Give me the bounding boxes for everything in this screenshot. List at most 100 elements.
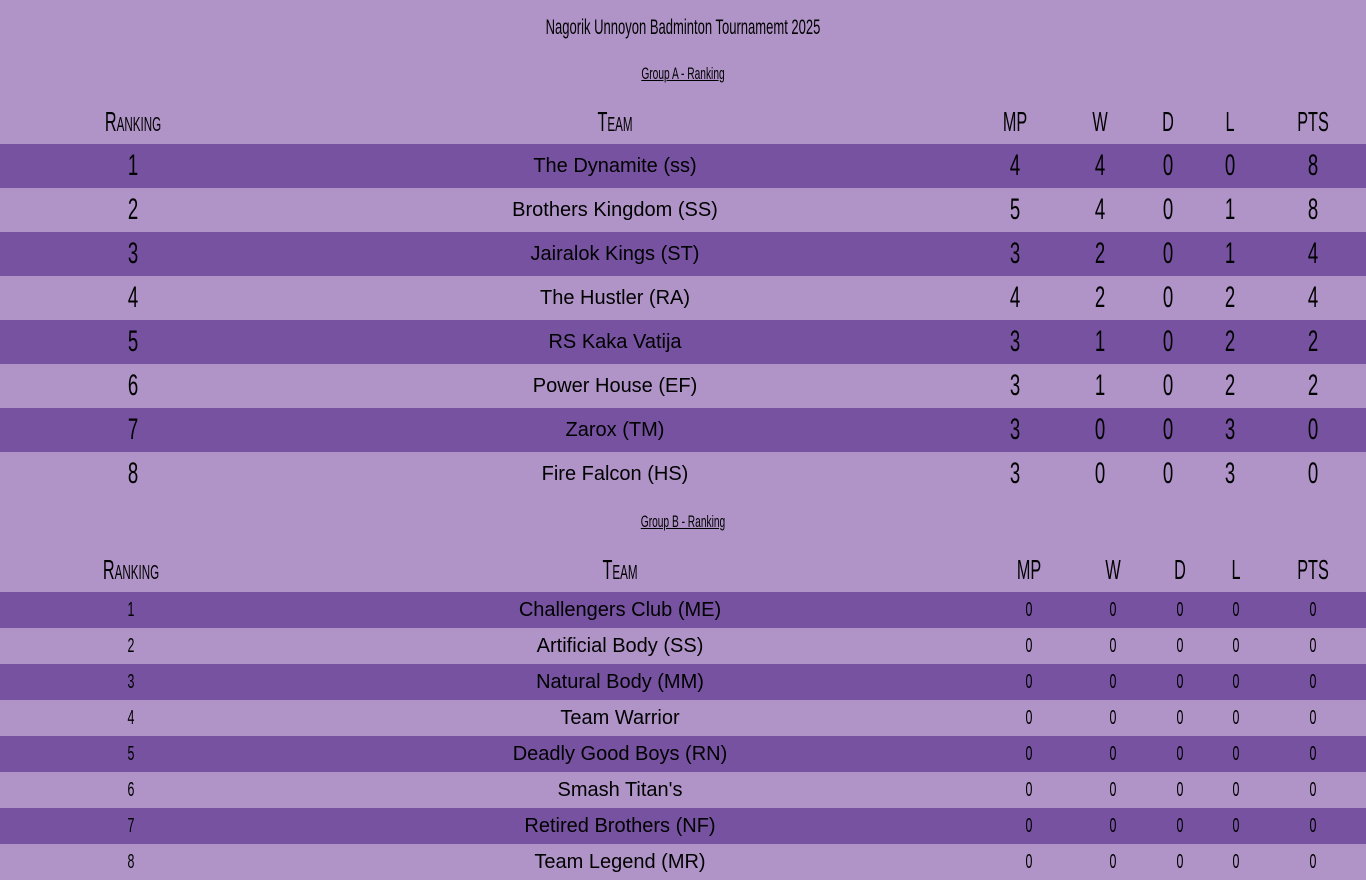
stat-value-rank: 4 (127, 281, 139, 314)
cell-mp: 3 (1007, 408, 1024, 452)
stat-value-l: 0 (1232, 706, 1240, 729)
header-team: Team (597, 106, 633, 137)
cell-rank: 3 (125, 664, 136, 700)
stat-value-pts: 8 (1307, 149, 1319, 182)
stat-value-d: 0 (1162, 325, 1174, 358)
stat-value-d: 0 (1162, 237, 1174, 270)
stat-value-l: 0 (1232, 814, 1240, 837)
stat-value-pts: 4 (1307, 237, 1319, 270)
team-name: Power House (EF) (532, 374, 698, 397)
cell-rank: 2 (125, 628, 136, 664)
cell-d: 0 (1174, 772, 1185, 808)
stat-value-w: 1 (1094, 369, 1106, 402)
cell-pts: 0 (1307, 628, 1318, 664)
cell-rank: 1 (125, 592, 136, 628)
cell-pts: 0 (1307, 736, 1318, 772)
stat-value-d: 0 (1162, 149, 1174, 182)
group-a-title: Group A - Ranking (641, 64, 725, 83)
stat-value-d: 0 (1162, 369, 1174, 402)
cell-l: 0 (1230, 772, 1241, 808)
stat-value-l: 0 (1232, 850, 1240, 873)
stat-value-d: 0 (1176, 706, 1184, 729)
cell-pts: 8 (1305, 188, 1322, 232)
group-b-table: Ranking Team MP W D L PTS 1 Challengers C… (0, 548, 1366, 880)
cell-rank: 4 (125, 276, 142, 320)
table-row: 5 RS Kaka Vatija 3 1 0 2 2 (0, 320, 1366, 364)
team-name: Retired Brothers (NF) (524, 814, 716, 837)
stat-value-rank: 3 (127, 670, 135, 693)
stat-value-mp: 0 (1025, 670, 1033, 693)
cell-w: 0 (1092, 452, 1109, 496)
cell-w: 4 (1092, 144, 1109, 188)
cell-mp: 0 (1023, 808, 1034, 844)
cell-mp: 0 (1023, 628, 1034, 664)
header-pts: PTS (1297, 554, 1329, 585)
stat-value-mp: 0 (1025, 634, 1033, 657)
stat-value-w: 0 (1094, 413, 1106, 446)
cell-rank: 4 (125, 700, 136, 736)
header-ranking: Ranking (104, 106, 162, 137)
cell-l: 3 (1222, 452, 1239, 496)
stat-value-mp: 3 (1009, 369, 1021, 402)
cell-rank: 3 (125, 232, 142, 276)
cell-rank: 6 (125, 772, 136, 808)
cell-w: 4 (1092, 188, 1109, 232)
cell-l: 0 (1230, 664, 1241, 700)
stat-value-pts: 0 (1307, 413, 1319, 446)
stat-value-l: 2 (1224, 281, 1236, 314)
cell-mp: 3 (1007, 320, 1024, 364)
stat-value-w: 2 (1094, 281, 1106, 314)
cell-d: 0 (1174, 736, 1185, 772)
stat-value-w: 0 (1109, 598, 1117, 621)
cell-pts: 2 (1305, 364, 1322, 408)
cell-pts: 8 (1305, 144, 1322, 188)
cell-pts: 0 (1307, 700, 1318, 736)
cell-l: 0 (1230, 628, 1241, 664)
stat-value-l: 0 (1232, 778, 1240, 801)
header-l: L (1225, 106, 1235, 137)
table-row: 3 Jairalok Kings (ST) 3 2 0 1 4 (0, 232, 1366, 276)
header-d: D (1162, 106, 1174, 137)
cell-team: Artificial Body (SS) (537, 628, 704, 664)
cell-pts: 0 (1307, 592, 1318, 628)
table-row: 4 The Hustler (RA) 4 2 0 2 4 (0, 276, 1366, 320)
stat-value-mp: 0 (1025, 742, 1033, 765)
header-d: D (1174, 554, 1186, 585)
cell-l: 0 (1230, 736, 1241, 772)
stat-value-d: 0 (1176, 814, 1184, 837)
table-row: 5 Deadly Good Boys (RN) 0 0 0 0 0 (0, 736, 1366, 772)
table-row: 3 Natural Body (MM) 0 0 0 0 0 (0, 664, 1366, 700)
stat-value-d: 0 (1176, 598, 1184, 621)
stat-value-w: 0 (1109, 634, 1117, 657)
cell-d: 0 (1160, 452, 1177, 496)
stat-value-pts: 0 (1309, 778, 1317, 801)
cell-l: 0 (1230, 700, 1241, 736)
stat-value-rank: 5 (127, 325, 139, 358)
cell-team: Smash Titan's (558, 772, 683, 808)
stat-value-pts: 0 (1309, 814, 1317, 837)
cell-pts: 4 (1305, 232, 1322, 276)
table-row: 2 Artificial Body (SS) 0 0 0 0 0 (0, 628, 1366, 664)
header-ranking: Ranking (102, 554, 160, 585)
cell-team: Brothers Kingdom (SS) (512, 188, 718, 232)
team-name: RS Kaka Vatija (548, 330, 682, 353)
cell-pts: 2 (1305, 320, 1322, 364)
cell-d: 0 (1174, 700, 1185, 736)
cell-mp: 5 (1007, 188, 1024, 232)
stat-value-rank: 1 (127, 149, 139, 182)
stat-value-l: 0 (1232, 598, 1240, 621)
stat-value-mp: 0 (1025, 598, 1033, 621)
stat-value-l: 2 (1224, 325, 1236, 358)
stat-value-w: 0 (1109, 778, 1117, 801)
stat-value-w: 4 (1094, 193, 1106, 226)
table-row: 8 Fire Falcon (HS) 3 0 0 3 0 (0, 452, 1366, 496)
cell-pts: 0 (1305, 408, 1322, 452)
cell-w: 1 (1092, 364, 1109, 408)
team-name: Zarox (TM) (565, 418, 665, 441)
stat-value-mp: 4 (1009, 281, 1021, 314)
stat-value-mp: 0 (1025, 850, 1033, 873)
cell-w: 0 (1107, 844, 1118, 880)
cell-team: The Dynamite (ss) (533, 144, 696, 188)
stat-value-d: 0 (1162, 413, 1174, 446)
cell-d: 0 (1160, 408, 1177, 452)
